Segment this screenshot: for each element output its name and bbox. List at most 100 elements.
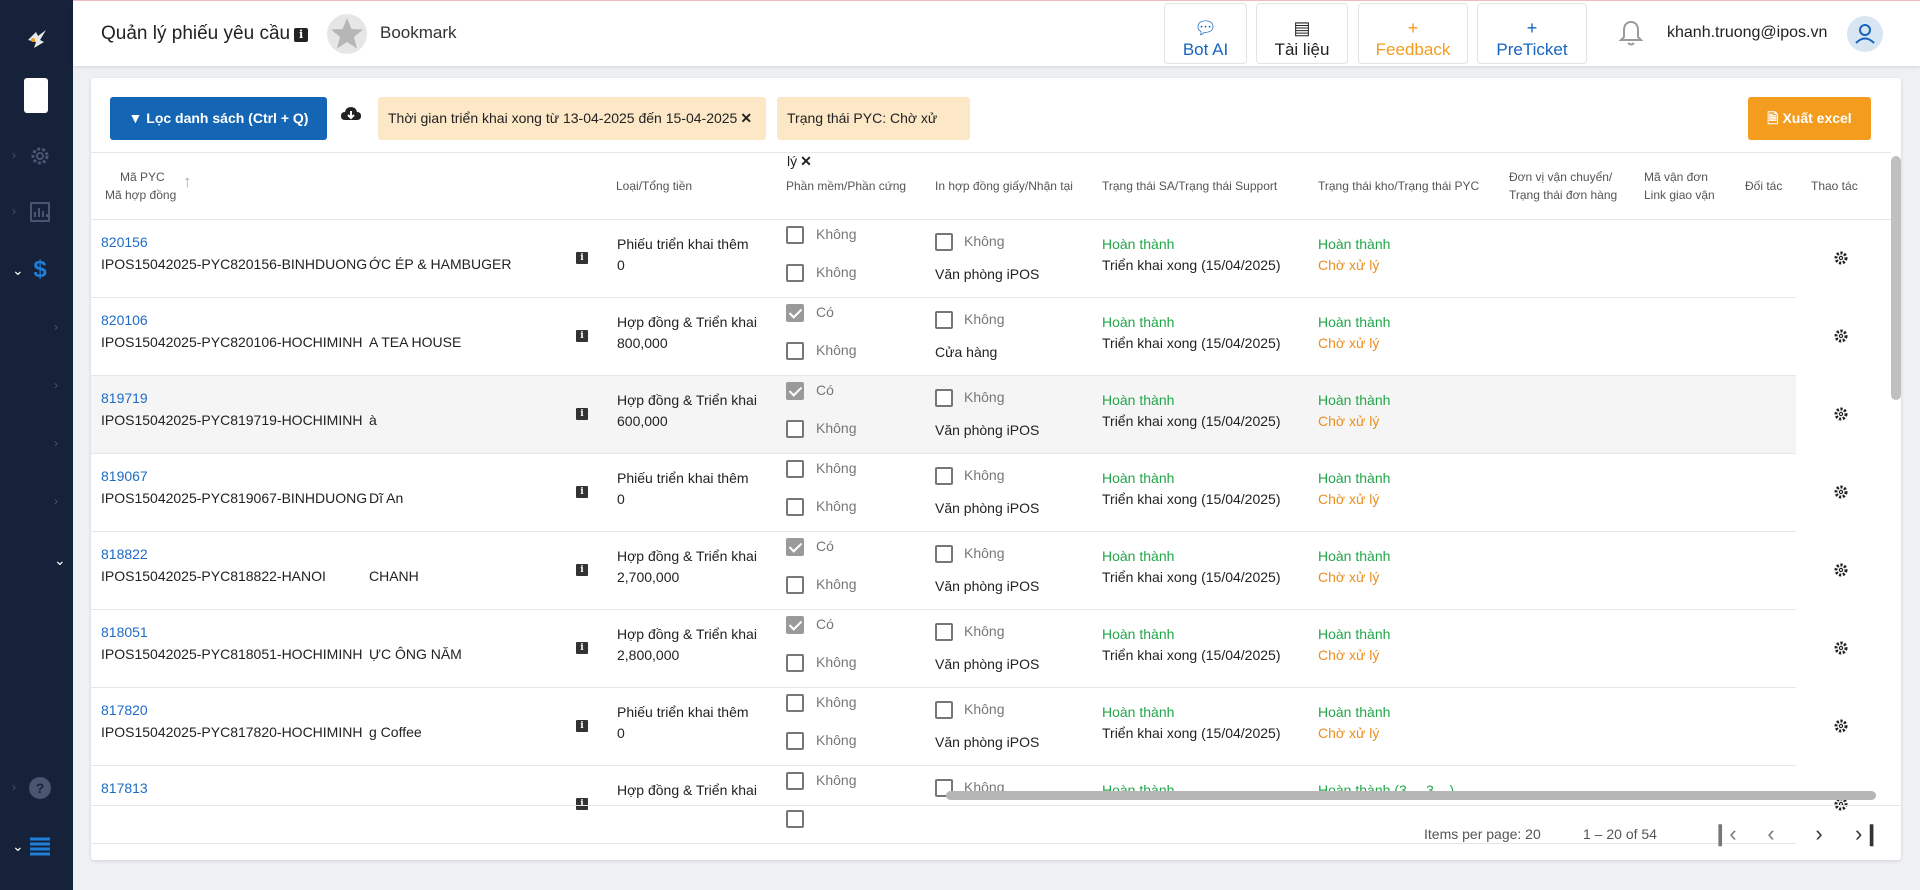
sidebar-item-menu[interactable]: ⌄ bbox=[0, 826, 73, 866]
table-row[interactable]: 820156 IPOS15042025-PYC820156-BINHDUONG ỚC… bbox=[91, 220, 1848, 298]
print-contract-checkbox[interactable] bbox=[935, 623, 953, 641]
filter-list-button[interactable]: ▼ Lọc danh sách (Ctrl + Q) bbox=[110, 97, 327, 140]
hardware-checkbox[interactable] bbox=[786, 342, 804, 360]
close-icon[interactable]: ✕ bbox=[740, 110, 752, 126]
bookmark-label[interactable]: Bookmark bbox=[380, 23, 457, 43]
sidebar-item-reports[interactable]: › bbox=[0, 192, 73, 232]
gear-icon[interactable] bbox=[1833, 562, 1849, 578]
col-header-shipping[interactable]: Đơn vị vận chuyển/ bbox=[1509, 168, 1612, 186]
print-contract-checkbox[interactable] bbox=[935, 389, 953, 407]
software-checkbox[interactable] bbox=[786, 304, 804, 322]
software-checkbox[interactable] bbox=[786, 382, 804, 400]
hardware-checkbox[interactable] bbox=[786, 654, 804, 672]
info-icon[interactable]: i bbox=[576, 408, 588, 420]
documents-button[interactable]: ▤ Tài liệu bbox=[1256, 3, 1348, 64]
sidebar-item-help[interactable]: › ? bbox=[0, 768, 73, 808]
avatar[interactable] bbox=[1847, 16, 1883, 52]
vertical-scrollbar[interactable] bbox=[1891, 156, 1901, 400]
table-row[interactable]: 818822 IPOS15042025-PYC818822-HANOI CHANH i… bbox=[91, 532, 1848, 610]
sidebar-search-box[interactable] bbox=[24, 78, 48, 113]
pyc-code-link[interactable]: 817820 bbox=[101, 700, 148, 721]
col-header-actions[interactable]: Thao tác bbox=[1811, 177, 1858, 195]
table-row[interactable]: 820106 IPOS15042025-PYC820106-HOCHIMINH A … bbox=[91, 298, 1848, 376]
software-checkbox[interactable] bbox=[786, 694, 804, 712]
print-contract-checkbox[interactable] bbox=[935, 311, 953, 329]
sidebar-subitem-4[interactable]: › bbox=[0, 482, 73, 522]
horizontal-scrollbar[interactable] bbox=[946, 791, 1876, 800]
last-page-icon[interactable]: ›❙ bbox=[1855, 822, 1881, 846]
print-contract-checkbox[interactable] bbox=[935, 233, 953, 251]
items-per-page[interactable]: Items per page: 20 bbox=[1424, 826, 1541, 842]
pyc-code-link[interactable]: 817813 bbox=[101, 778, 148, 799]
pyc-code-link[interactable]: 820106 bbox=[101, 310, 148, 331]
preticket-button[interactable]: + PreTicket bbox=[1477, 3, 1587, 64]
bot-ai-button[interactable]: 💬︎ Bot AI bbox=[1164, 3, 1247, 64]
gear-icon[interactable] bbox=[1833, 484, 1849, 500]
col-header-sa-support[interactable]: Trạng thái SA/Trạng thái Support bbox=[1102, 177, 1277, 195]
info-icon[interactable]: i bbox=[576, 642, 588, 654]
software-checkbox[interactable] bbox=[786, 460, 804, 478]
star-icon[interactable] bbox=[326, 13, 368, 55]
next-page-icon[interactable]: › bbox=[1807, 822, 1831, 846]
pyc-code-link[interactable]: 818051 bbox=[101, 622, 148, 643]
sort-arrow-icon[interactable]: ↑ bbox=[183, 173, 192, 191]
info-icon[interactable]: i bbox=[576, 252, 588, 264]
col-header-print[interactable]: In hợp đồng giấy/Nhận tại bbox=[935, 177, 1073, 195]
sidebar-subitem-5[interactable]: ⌄ bbox=[0, 540, 73, 580]
col-header-link[interactable]: Link giao vận bbox=[1644, 186, 1715, 204]
print-contract-checkbox[interactable] bbox=[935, 545, 953, 563]
col-header-tracking[interactable]: Mã vận đơn bbox=[1644, 168, 1708, 186]
info-icon[interactable]: i bbox=[576, 330, 588, 342]
table-row[interactable]: 818051 IPOS15042025-PYC818051-HOCHIMINH ỰC… bbox=[91, 610, 1848, 688]
hardware-checkbox[interactable] bbox=[786, 576, 804, 594]
app-logo-icon[interactable] bbox=[24, 26, 50, 52]
bell-icon[interactable] bbox=[1618, 19, 1644, 47]
print-contract-checkbox[interactable] bbox=[935, 701, 953, 719]
info-icon[interactable]: i bbox=[576, 486, 588, 498]
col-header-contract[interactable]: Mã hợp đồng bbox=[105, 186, 176, 204]
software-checkbox[interactable] bbox=[786, 538, 804, 556]
table-row[interactable]: 819719 IPOS15042025-PYC819719-HOCHIMINH à i… bbox=[91, 376, 1848, 454]
software-checkbox[interactable] bbox=[786, 616, 804, 634]
print-contract-checkbox[interactable] bbox=[935, 467, 953, 485]
col-header-order-status[interactable]: Trạng thái đơn hàng bbox=[1509, 186, 1617, 204]
software-checkbox[interactable] bbox=[786, 772, 804, 790]
sidebar-item-settings[interactable]: › bbox=[0, 136, 73, 176]
gear-icon[interactable] bbox=[1833, 250, 1849, 266]
info-icon[interactable]: i bbox=[294, 28, 309, 42]
hardware-checkbox[interactable] bbox=[786, 420, 804, 438]
feedback-button[interactable]: + Feedback bbox=[1358, 3, 1468, 64]
col-header-warehouse[interactable]: Trạng thái kho/Trạng thái PYC bbox=[1318, 177, 1479, 195]
gear-icon[interactable] bbox=[1833, 718, 1849, 734]
pyc-code-link[interactable]: 820156 bbox=[101, 232, 148, 253]
info-icon[interactable]: i bbox=[576, 564, 588, 576]
col-header-sw-hw[interactable]: Phần mềm/Phần cứng bbox=[786, 177, 906, 195]
sidebar-item-finance[interactable]: ⌄ $ bbox=[0, 250, 73, 290]
hardware-checkbox[interactable] bbox=[786, 264, 804, 282]
pyc-code-link[interactable]: 819719 bbox=[101, 388, 148, 409]
hardware-checkbox[interactable] bbox=[786, 498, 804, 516]
table-row[interactable]: 817820 IPOS15042025-PYC817820-HOCHIMINH g … bbox=[91, 688, 1848, 766]
user-email[interactable]: khanh.truong@ipos.vn bbox=[1667, 24, 1827, 42]
pyc-code-link[interactable]: 819067 bbox=[101, 466, 148, 487]
col-header-partner[interactable]: Đối tác bbox=[1745, 177, 1782, 195]
col-header-code[interactable]: Mã PYC bbox=[120, 168, 165, 186]
sidebar-subitem-1[interactable]: › bbox=[0, 308, 73, 348]
hardware-checkbox[interactable] bbox=[786, 732, 804, 750]
table-row[interactable]: 819067 IPOS15042025-PYC819067-BINHDUONG Dĩ… bbox=[91, 454, 1848, 532]
filter-chip-date[interactable]: Thời gian triển khai xong từ 13-04-2025 … bbox=[378, 97, 766, 140]
col-header-type[interactable]: Loại/Tổng tiền bbox=[616, 177, 692, 195]
software-checkbox[interactable] bbox=[786, 226, 804, 244]
sidebar-subitem-3[interactable]: › bbox=[0, 424, 73, 464]
pyc-code-link[interactable]: 818822 bbox=[101, 544, 148, 565]
gear-icon[interactable] bbox=[1833, 640, 1849, 656]
filter-chip-status[interactable]: Trạng thái PYC: Chờ xử lý ✕ bbox=[777, 97, 970, 169]
export-excel-button[interactable]: 🗎︎ Xuất excel bbox=[1748, 97, 1871, 140]
info-icon[interactable]: i bbox=[576, 720, 588, 732]
cloud-download-icon[interactable] bbox=[340, 104, 362, 126]
prev-page-icon[interactable]: ‹ bbox=[1759, 822, 1783, 846]
gear-icon[interactable] bbox=[1833, 406, 1849, 422]
sidebar-subitem-2[interactable]: › bbox=[0, 366, 73, 406]
first-page-icon[interactable]: ❙‹ bbox=[1711, 822, 1737, 846]
gear-icon[interactable] bbox=[1833, 328, 1849, 344]
